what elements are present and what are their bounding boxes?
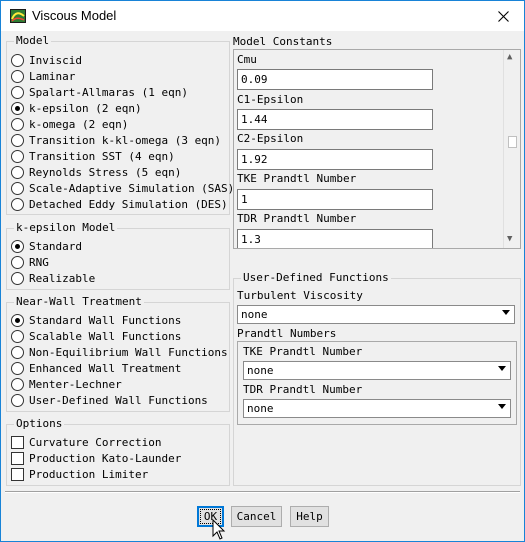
close-icon [497, 10, 509, 22]
radio-button[interactable] [11, 85, 24, 99]
viscous-model-dialog: Viscous Model Model Inviscid Laminar Spa… [0, 0, 525, 542]
model-option-spalart-allmaras[interactable]: Spalart-Allmaras (1 eqn) [11, 84, 188, 100]
checkbox[interactable] [11, 435, 24, 449]
option-curvature-correction[interactable]: Curvature Correction [11, 434, 161, 450]
title-bar[interactable]: Viscous Model [1, 1, 524, 31]
udf-legend: User-Defined Functions [241, 271, 391, 285]
radio-button[interactable] [11, 271, 24, 285]
option-production-kato-launder[interactable]: Production Kato-Launder [11, 450, 181, 466]
near-wall-option-enhanced[interactable]: Enhanced Wall Treatment [11, 360, 181, 376]
tdr-prandtl-input[interactable] [237, 229, 433, 248]
fluent-app-icon [10, 9, 26, 23]
radio-button[interactable] [11, 377, 24, 391]
cancel-button[interactable]: Cancel [231, 506, 282, 527]
model-option-des[interactable]: Detached Eddy Simulation (DES) [11, 196, 228, 212]
model-constants-legend: Model Constants [233, 35, 333, 48]
tdr-prandtl-dropdown[interactable]: none [243, 399, 511, 418]
k-epsilon-option-realizable[interactable]: Realizable [11, 270, 95, 286]
radio-button[interactable] [11, 117, 24, 131]
radio-button[interactable] [11, 69, 24, 83]
help-button[interactable]: Help [290, 506, 329, 527]
c1-epsilon-label: C1-Epsilon [237, 93, 304, 106]
checkbox[interactable] [11, 451, 24, 465]
model-option-inviscid[interactable]: Inviscid [11, 52, 82, 68]
model-legend: Model [14, 34, 52, 48]
model-option-transition-sst[interactable]: Transition SST (4 eqn) [11, 148, 175, 164]
model-option-laminar[interactable]: Laminar [11, 68, 75, 84]
near-wall-option-standard[interactable]: Standard Wall Functions [11, 312, 181, 328]
radio-button[interactable] [11, 329, 24, 343]
model-option-sas[interactable]: Scale-Adaptive Simulation (SAS) [11, 180, 234, 196]
tke-prandtl-dropdown[interactable]: none [243, 361, 511, 380]
radio-button[interactable] [11, 53, 24, 67]
radio-button[interactable] [11, 149, 24, 163]
turbulent-viscosity-dropdown[interactable]: none [237, 305, 515, 324]
chevron-down-icon [498, 404, 506, 409]
chevron-down-icon [498, 366, 506, 371]
scroll-thumb[interactable] [508, 136, 517, 148]
radio-button-selected[interactable] [11, 101, 24, 115]
tdr-prandtl-label: TDR Prandtl Number [237, 212, 357, 225]
options-group: Options Curvature Correction Production … [6, 417, 230, 486]
k-epsilon-model-legend: k-epsilon Model [14, 221, 118, 235]
model-option-k-epsilon[interactable]: k-epsilon (2 eqn) [11, 100, 142, 116]
near-wall-option-user-defined[interactable]: User-Defined Wall Functions [11, 392, 208, 408]
radio-button[interactable] [11, 133, 24, 147]
c2-epsilon-input[interactable] [237, 149, 433, 170]
button-separator [5, 491, 520, 493]
tke-prandtl-udf-label: TKE Prandtl Number [243, 345, 363, 358]
turbulent-viscosity-label: Turbulent Viscosity [237, 289, 363, 302]
k-epsilon-option-rng[interactable]: RNG [11, 254, 49, 270]
k-epsilon-option-standard[interactable]: Standard [11, 238, 82, 254]
tke-prandtl-label: TKE Prandtl Number [237, 172, 357, 185]
chevron-down-icon [502, 310, 510, 315]
radio-button[interactable] [11, 197, 24, 211]
near-wall-treatment-group: Near-Wall Treatment Standard Wall Functi… [6, 295, 230, 412]
scroll-down-icon[interactable]: ▼ [507, 234, 512, 244]
model-constants-panel[interactable]: Cmu C1-Epsilon C2-Epsilon TKE Prandtl Nu… [233, 49, 521, 249]
c2-epsilon-label: C2-Epsilon [237, 132, 304, 145]
mouse-cursor-icon [212, 519, 226, 540]
near-wall-option-scalable[interactable]: Scalable Wall Functions [11, 328, 181, 344]
user-defined-functions-group: User-Defined Functions Turbulent Viscosi… [233, 271, 521, 486]
radio-button-selected[interactable] [11, 239, 24, 253]
k-epsilon-model-group: k-epsilon Model Standard RNG Realizable [6, 221, 230, 290]
prandtl-numbers-panel: TKE Prandtl Number none TDR Prandtl Numb… [237, 341, 517, 425]
options-legend: Options [14, 417, 65, 431]
checkbox[interactable] [11, 467, 24, 481]
model-option-transition-k-kl-omega[interactable]: Transition k-kl-omega (3 eqn) [11, 132, 221, 148]
radio-button[interactable] [11, 393, 24, 407]
radio-button[interactable] [11, 345, 24, 359]
radio-button[interactable] [11, 181, 24, 195]
radio-button-selected[interactable] [11, 313, 24, 327]
tdr-prandtl-udf-label: TDR Prandtl Number [243, 383, 363, 396]
cmu-input[interactable] [237, 69, 433, 90]
near-wall-treatment-legend: Near-Wall Treatment [14, 295, 144, 309]
scroll-up-icon[interactable]: ▲ [507, 52, 512, 62]
near-wall-option-non-equilibrium[interactable]: Non-Equilibrium Wall Functions [11, 344, 228, 360]
model-group: Model Inviscid Laminar Spalart-Allmaras … [6, 34, 234, 215]
cmu-label: Cmu [237, 53, 257, 66]
c1-epsilon-input[interactable] [237, 109, 433, 130]
model-option-k-omega[interactable]: k-omega (2 eqn) [11, 116, 128, 132]
radio-button[interactable] [11, 255, 24, 269]
radio-button[interactable] [11, 165, 24, 179]
near-wall-option-menter-lechner[interactable]: Menter-Lechner [11, 376, 122, 392]
close-button[interactable] [488, 1, 518, 31]
vertical-scrollbar[interactable]: ▲ ▼ [503, 50, 520, 248]
model-option-reynolds-stress[interactable]: Reynolds Stress (5 eqn) [11, 164, 181, 180]
radio-button[interactable] [11, 361, 24, 375]
prandtl-numbers-label: Prandtl Numbers [237, 327, 337, 340]
option-production-limiter[interactable]: Production Limiter [11, 466, 148, 482]
window-title: Viscous Model [32, 8, 117, 23]
tke-prandtl-input[interactable] [237, 189, 433, 210]
